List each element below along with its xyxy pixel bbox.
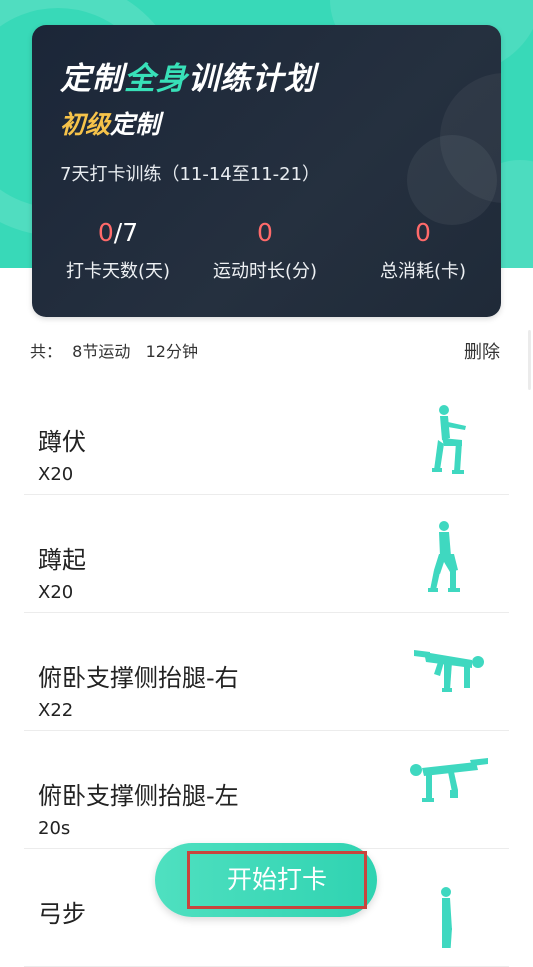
exercise-reps: 20s [38, 818, 71, 839]
exercise-reps: X22 [38, 700, 74, 721]
stat-checkin-value: 0/7 [38, 215, 198, 251]
stat-checkin-total: /7 [113, 218, 139, 247]
plan-level-rest: 定制 [110, 110, 161, 139]
stat-checkin-days: 0/7 打卡天数(天) [38, 215, 198, 283]
exercise-name: 蹲伏 [38, 428, 86, 456]
start-checkin-label: 开始打卡 [187, 851, 367, 909]
start-checkin-button[interactable]: 开始打卡 [155, 843, 377, 917]
squat-pose-icon [432, 405, 466, 474]
plan-period: 7天打卡训练（11-14至11-21） [60, 164, 321, 185]
stat-calories: 0 总消耗(卡) [343, 215, 501, 283]
plan-summary: 共： 8节运动 12分钟 删除 [30, 338, 500, 364]
exercise-item[interactable]: 俯卧支撑侧抬腿-左 20s [24, 730, 509, 849]
summary-text: 共： 8节运动 12分钟 [30, 342, 198, 361]
exercise-name: 俯卧支撑侧抬腿-右 [38, 664, 239, 692]
stat-duration: 0 运动时长(分) [185, 215, 345, 283]
exercise-item[interactable]: 俯卧支撑侧抬腿-右 X22 [24, 612, 509, 731]
stat-duration-value: 0 [185, 215, 345, 251]
plan-title-part1: 定制 [60, 61, 124, 97]
stat-duration-label: 运动时长(分) [212, 261, 318, 282]
scrollbar[interactable] [528, 330, 531, 390]
stat-calories-value: 0 [343, 215, 501, 251]
delete-button[interactable]: 删除 [464, 338, 500, 364]
stat-checkin-label: 打卡天数(天) [65, 261, 171, 282]
plank-leg-raise-right-icon [414, 650, 484, 692]
plank-leg-raise-left-icon [410, 758, 488, 802]
plan-title-highlight: 全身 [124, 61, 188, 97]
stat-calories-label: 总消耗(卡) [379, 261, 467, 282]
exercise-reps: X20 [38, 582, 74, 603]
stat-calories-number: 0 [415, 218, 431, 247]
stat-duration-number: 0 [257, 218, 273, 247]
exercise-name: 蹲起 [38, 546, 86, 574]
exercise-item[interactable]: 蹲起 X20 [24, 494, 509, 613]
plan-level: 初级定制 [60, 105, 160, 141]
stats-row: 0/7 打卡天数(天) 0 运动时长(分) 0 总消耗(卡) [32, 215, 501, 295]
plan-level-highlight: 初级 [60, 110, 111, 139]
squat-up-pose-icon [428, 521, 460, 592]
plan-title-part2: 训练计划 [188, 61, 316, 97]
stat-checkin-done: 0 [97, 218, 114, 247]
exercise-reps: X20 [38, 464, 74, 485]
lunge-pose-icon [441, 887, 452, 948]
exercise-item[interactable]: 蹲伏 X20 [24, 376, 509, 495]
plan-title: 定制全身训练计划 [60, 53, 316, 98]
exercise-name: 俯卧支撑侧抬腿-左 [38, 782, 239, 810]
plan-card: 定制全身训练计划 初级定制 7天打卡训练（11-14至11-21） 0/7 打卡… [32, 25, 501, 317]
exercise-name: 弓步 [38, 900, 86, 928]
